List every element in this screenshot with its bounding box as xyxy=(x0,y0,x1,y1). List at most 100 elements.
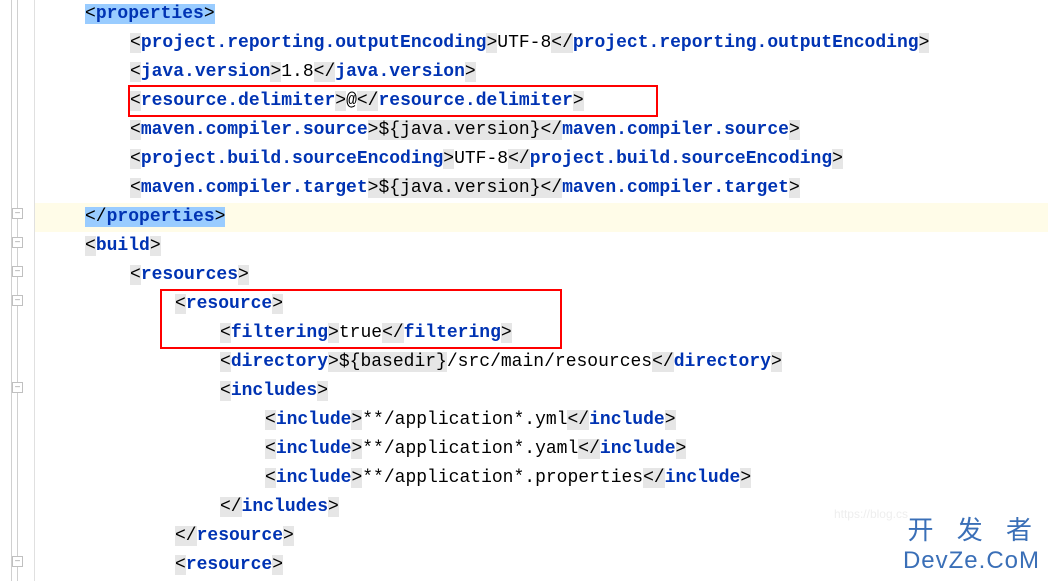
token: > xyxy=(270,62,281,82)
token: </ xyxy=(508,149,530,169)
token: </ xyxy=(220,497,242,517)
code-line[interactable]: <resources> xyxy=(35,261,1048,290)
fold-marker-icon[interactable]: — xyxy=(12,556,23,567)
token: > xyxy=(486,33,497,53)
code-line[interactable]: <filtering>true</filtering> xyxy=(35,319,1048,348)
token: **/application*.yaml xyxy=(362,439,578,459)
token: > xyxy=(328,323,339,343)
token: > xyxy=(368,120,379,140)
token: </ xyxy=(357,91,379,111)
token: > xyxy=(501,323,512,343)
token: </ xyxy=(541,178,563,198)
token: </ xyxy=(567,410,589,430)
token: </ xyxy=(551,33,573,53)
token: UTF-8 xyxy=(497,33,551,53)
token: > xyxy=(215,207,226,227)
token: < xyxy=(175,294,186,314)
code-line[interactable]: <resource> xyxy=(35,290,1048,319)
token: maven.compiler.target xyxy=(562,178,789,198)
token: < xyxy=(220,381,231,401)
code-line[interactable]: <include>**/application*.yml</include> xyxy=(35,406,1048,435)
fold-marker-icon[interactable]: — xyxy=(12,266,23,277)
token: > xyxy=(150,236,161,256)
code-line[interactable]: <project.build.sourceEncoding>UTF-8</pro… xyxy=(35,145,1048,174)
token: > xyxy=(832,149,843,169)
token: > xyxy=(204,4,215,24)
token: project.build.sourceEncoding xyxy=(530,149,832,169)
token: UTF-8 xyxy=(454,149,508,169)
token: resource xyxy=(197,526,283,546)
token: > xyxy=(740,468,751,488)
token: > xyxy=(465,62,476,82)
token: > xyxy=(283,526,294,546)
token: < xyxy=(265,468,276,488)
token: < xyxy=(85,4,96,24)
token: filtering xyxy=(404,323,501,343)
code-line[interactable]: <include>**/application*.properties</inc… xyxy=(35,464,1048,493)
token: < xyxy=(130,91,141,111)
token: project.reporting.outputEncoding xyxy=(141,33,487,53)
token: < xyxy=(130,62,141,82)
token: ${basedir} xyxy=(339,352,447,372)
code-line[interactable]: <java.version>1.8</java.version> xyxy=(35,58,1048,87)
token: properties xyxy=(96,4,204,24)
code-line[interactable]: </properties> xyxy=(35,203,1048,232)
code-line[interactable]: <maven.compiler.source>${java.version}</… xyxy=(35,116,1048,145)
token: > xyxy=(272,555,283,575)
token: < xyxy=(85,236,96,256)
token: < xyxy=(130,265,141,285)
token: maven.compiler.target xyxy=(141,178,368,198)
token: > xyxy=(272,294,283,314)
code-line[interactable]: <resource.delimiter>@</resource.delimite… xyxy=(35,87,1048,116)
fold-marker-icon[interactable]: — xyxy=(12,295,23,306)
token: **/application*.yml xyxy=(362,410,567,430)
faint-watermark: https://blog.cs xyxy=(834,507,908,521)
token: </ xyxy=(643,468,665,488)
token: directory xyxy=(674,352,771,372)
code-line[interactable]: <build> xyxy=(35,232,1048,261)
token: properties xyxy=(107,207,215,227)
fold-marker-icon[interactable]: — xyxy=(12,382,23,393)
token: </ xyxy=(85,207,107,227)
token: < xyxy=(220,352,231,372)
token: resource.delimiter xyxy=(378,91,572,111)
token: </ xyxy=(541,120,563,140)
token: java.version xyxy=(141,62,271,82)
token: /src/main/resources xyxy=(447,352,652,372)
token: includes xyxy=(231,381,317,401)
token: 1.8 xyxy=(281,62,313,82)
token: </ xyxy=(175,526,197,546)
code-line[interactable]: <project.reporting.outputEncoding>UTF-8<… xyxy=(35,29,1048,58)
code-line[interactable]: <properties> xyxy=(35,0,1048,29)
token: include xyxy=(276,410,352,430)
code-line[interactable]: <includes> xyxy=(35,377,1048,406)
token: > xyxy=(919,33,930,53)
token: < xyxy=(265,439,276,459)
token: includes xyxy=(242,497,328,517)
code-line[interactable]: <maven.compiler.target>${java.version}</… xyxy=(35,174,1048,203)
fold-marker-icon[interactable]: — xyxy=(12,237,23,248)
token: include xyxy=(276,439,352,459)
token: **/application*.properties xyxy=(362,468,643,488)
token: resource.delimiter xyxy=(141,91,335,111)
token: resources xyxy=(141,265,238,285)
token: > xyxy=(665,410,676,430)
token: > xyxy=(368,178,379,198)
code-line[interactable]: <resource> xyxy=(35,551,1048,580)
token: > xyxy=(789,178,800,198)
code-line[interactable]: </resource> xyxy=(35,522,1048,551)
token: > xyxy=(573,91,584,111)
token: include xyxy=(600,439,676,459)
token: > xyxy=(317,381,328,401)
token: maven.compiler.source xyxy=(562,120,789,140)
token: resource xyxy=(186,294,272,314)
code-editor[interactable]: <properties><project.reporting.outputEnc… xyxy=(35,0,1048,580)
token: > xyxy=(771,352,782,372)
token: > xyxy=(335,91,346,111)
code-line[interactable]: < directory> ${basedir}/src/main/resources… xyxy=(35,348,1048,377)
token: > xyxy=(328,497,339,517)
token: < xyxy=(130,178,141,198)
code-line[interactable]: <include>**/application*.yaml</include> xyxy=(35,435,1048,464)
fold-marker-icon[interactable]: — xyxy=(12,208,23,219)
token: java.version xyxy=(335,62,465,82)
